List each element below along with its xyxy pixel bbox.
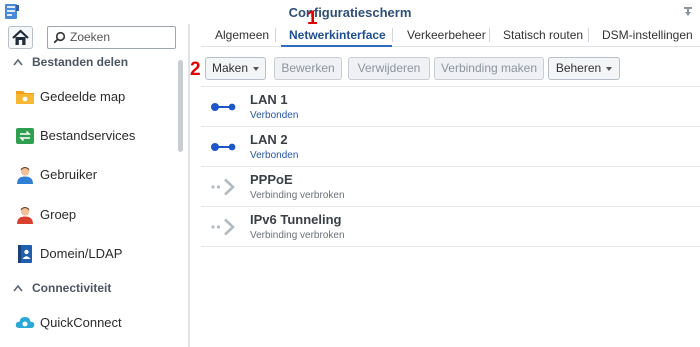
sidebar-item-gebruiker[interactable]: Gebruiker	[0, 157, 176, 193]
tab-divider	[392, 28, 393, 42]
section-label: Bestanden delen	[32, 55, 129, 69]
sidebar-item-label: Gebruiker	[40, 167, 98, 182]
caret-down-icon	[606, 66, 613, 71]
shared-folder-icon	[16, 91, 34, 104]
interface-status: Verbonden	[250, 150, 299, 161]
manage-button-label: Beheren	[555, 61, 602, 75]
step-marker-2: 2	[190, 59, 201, 80]
connected-icon	[211, 103, 236, 111]
edit-button[interactable]: Bewerken	[274, 57, 342, 80]
file-services-icon	[16, 128, 34, 144]
step-marker-1: 1	[307, 8, 318, 29]
sidebar-item-gedeelde-map[interactable]: Gedeelde map	[0, 79, 176, 115]
tab-divider	[588, 28, 589, 42]
active-tab-indicator	[281, 45, 392, 47]
tab-statisch-routen[interactable]: Statisch routen	[503, 28, 583, 42]
caret-down-icon	[253, 66, 260, 71]
window-title: Configuratiescherm	[288, 5, 412, 20]
chevron-up-icon	[13, 284, 23, 292]
domain-ldap-icon	[18, 245, 32, 263]
interface-name: LAN 1	[250, 92, 288, 107]
interface-name: IPv6 Tunneling	[250, 212, 342, 227]
tab-divider	[489, 28, 490, 42]
sidebar: Bestanden delen Gedeelde map Bestandserv…	[0, 24, 188, 347]
create-button-label: Maken	[211, 61, 249, 75]
group-icon	[17, 207, 33, 224]
sidebar-item-label: Bestandservices	[40, 128, 136, 143]
interface-status: Verbinding verbroken	[250, 190, 345, 201]
section-connectiviteit[interactable]: Connectiviteit	[0, 278, 176, 300]
interface-row-lan2[interactable]: LAN 2 Verbonden	[201, 127, 700, 167]
disconnected-icon	[211, 218, 235, 236]
quickconnect-icon	[15, 317, 35, 328]
sidebar-item-groep[interactable]: Groep	[0, 197, 176, 233]
sidebar-item-quickconnect[interactable]: QuickConnect	[0, 305, 176, 341]
connected-icon	[211, 143, 236, 151]
tab-algemeen[interactable]: Algemeen	[215, 28, 269, 42]
search-box[interactable]	[47, 26, 176, 49]
interface-status: Verbinding verbroken	[250, 230, 345, 241]
chevron-up-icon	[13, 58, 23, 66]
tab-dsm-instellingen[interactable]: DSM-instellingen	[602, 28, 693, 42]
tab-divider	[275, 28, 276, 42]
sidebar-item-bestandservices[interactable]: Bestandservices	[0, 118, 176, 154]
interface-row-lan1[interactable]: LAN 1 Verbonden	[201, 87, 700, 127]
interface-name: LAN 2	[250, 132, 288, 147]
search-input[interactable]	[70, 29, 170, 45]
sidebar-scrollbar[interactable]	[178, 60, 183, 152]
home-icon	[12, 29, 29, 45]
section-label: Connectiviteit	[32, 281, 112, 295]
interface-row-ipv6-tunneling[interactable]: IPv6 Tunneling Verbinding verbroken	[201, 207, 700, 247]
sidebar-item-domein-ldap[interactable]: Domein/LDAP	[0, 236, 176, 272]
manage-button[interactable]: Beheren	[548, 57, 620, 80]
tab-verkeerbeheer[interactable]: Verkeerbeheer	[407, 28, 486, 42]
connect-button[interactable]: Verbinding maken	[434, 57, 544, 80]
home-button[interactable]	[8, 26, 33, 49]
pin-icon[interactable]	[682, 5, 694, 17]
section-bestanden-delen[interactable]: Bestanden delen	[0, 52, 176, 74]
tab-netwerkinterface[interactable]: Netwerkinterface	[289, 28, 386, 42]
sidebar-item-label: QuickConnect	[40, 315, 122, 330]
title-bar: Configuratiescherm	[0, 0, 700, 24]
create-button[interactable]: Maken	[205, 57, 266, 80]
sidebar-item-label: Domein/LDAP	[40, 246, 123, 261]
interface-status: Verbonden	[250, 110, 299, 121]
disconnected-icon	[211, 178, 235, 196]
sidebar-item-label: Groep	[40, 207, 77, 222]
interface-row-pppoe[interactable]: PPPoE Verbinding verbroken	[201, 167, 700, 207]
interface-name: PPPoE	[250, 172, 293, 187]
tab-bar: Algemeen Netwerkinterface Verkeerbeheer …	[201, 24, 700, 47]
search-icon	[53, 31, 66, 44]
sidebar-item-label: Gedeelde map	[40, 89, 126, 104]
delete-button[interactable]: Verwijderen	[348, 57, 430, 80]
user-icon	[17, 167, 33, 184]
